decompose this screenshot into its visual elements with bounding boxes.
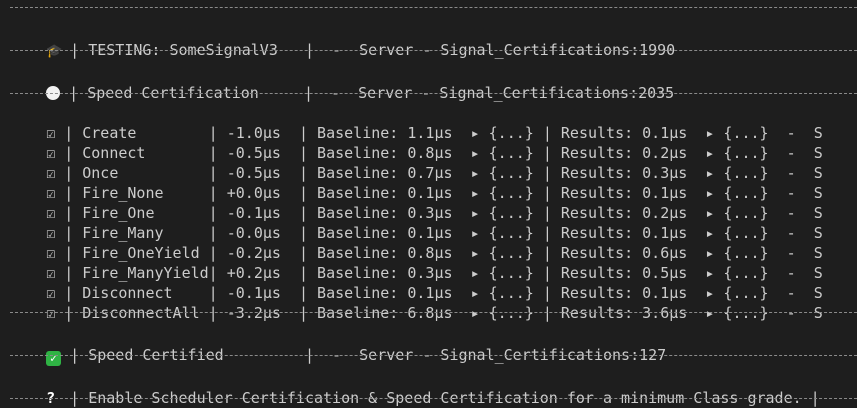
separator-line: [10, 93, 857, 94]
row-text: | DisconnectAll | -3.2µs | Baseline: 6.8…: [64, 304, 823, 322]
hint-line: ? | Enable Scheduler Certification & Spe…: [10, 368, 820, 407]
table-row: ☑ | Connect | -0.5µs | Baseline: 0.8µs ▸…: [10, 123, 823, 162]
table-row: ☑ | Fire_ManyYield| +0.2µs | Baseline: 0…: [10, 243, 823, 282]
table-row: ☑ | Fire_One | -0.1µs | Baseline: 0.3µs …: [10, 183, 823, 222]
table-row: ☑ | Fire_OneYield | -0.2µs | Baseline: 0…: [10, 223, 823, 262]
table-row: ☑ | Create | -1.0µs | Baseline: 1.1µs ▸ …: [10, 103, 823, 142]
table-row: ☑ | Fire_Many | -0.0µs | Baseline: 0.1µs…: [10, 203, 823, 242]
checkbox-icon: ☑: [46, 304, 56, 322]
table-row: ☑ | DisconnectAll | -3.2µs | Baseline: 6…: [10, 283, 823, 322]
speed-certification-line: | Speed Certification | - Server - Signa…: [10, 63, 674, 102]
table-row: ☑ | Fire_None | +0.0µs | Baseline: 0.1µs…: [10, 163, 823, 202]
table-row: ☑ | Disconnect | -0.1µs | Baseline: 0.1µ…: [10, 263, 823, 302]
console-output: 🎓 | TESTING: SomeSignalV3 | - Server - S…: [10, 0, 857, 408]
separator-line: [10, 355, 857, 356]
separator-line: [10, 398, 857, 399]
graduation-cap-icon: 🎓: [46, 44, 63, 59]
speed-certified-line: ✓ | Speed Certified | - Server - Signal_…: [10, 325, 666, 366]
table-row: ☑ | Once | -0.5µs | Baseline: 0.7µs ▸ {.…: [10, 143, 823, 182]
separator-line: [10, 312, 857, 313]
testing-header-line: 🎓 | TESTING: SomeSignalV3 | - Server - S…: [10, 20, 675, 59]
green-check-icon: ✓: [46, 351, 62, 366]
separator-line: [10, 50, 857, 51]
separator-line: [10, 7, 857, 8]
